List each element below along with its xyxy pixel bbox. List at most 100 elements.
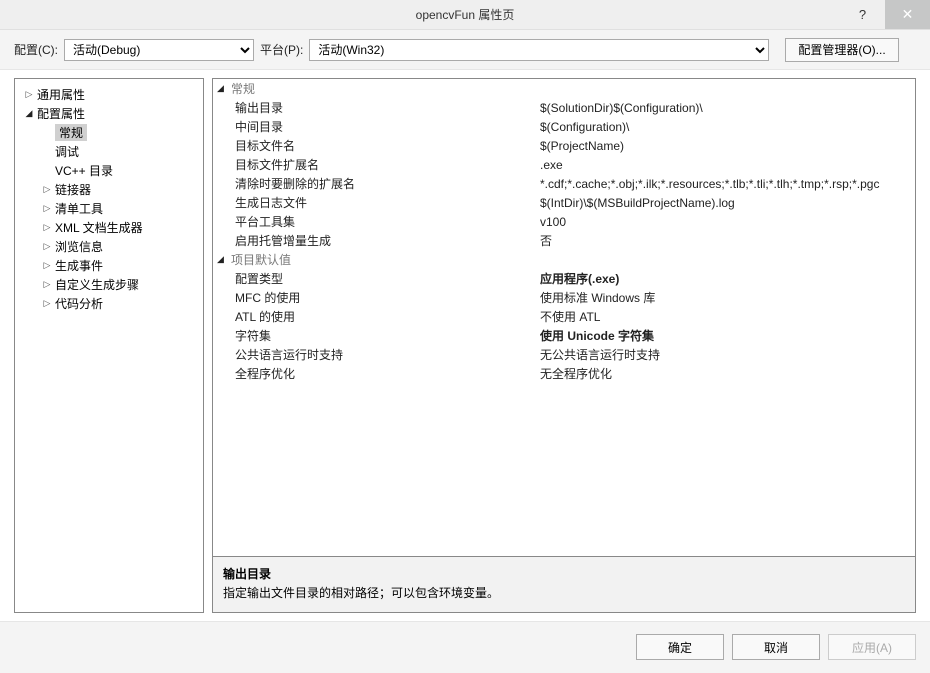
property-row[interactable]: 启用托管增量生成否	[213, 231, 915, 250]
property-name: 目标文件名	[235, 137, 540, 154]
property-name: 启用托管增量生成	[235, 232, 540, 249]
property-group-name: 项目默认值	[231, 251, 291, 268]
tree-item-label: 生成事件	[55, 257, 103, 274]
chevron-right-icon[interactable]: ▷	[41, 298, 53, 310]
description-text: 指定输出文件目录的相对路径；可以包含环境变量。	[223, 584, 905, 601]
property-value: .exe	[540, 158, 915, 172]
chevron-right-icon[interactable]: ▷	[41, 203, 53, 215]
cancel-button[interactable]: 取消	[732, 634, 820, 660]
tree-spacer	[41, 146, 53, 158]
tree-item-label: 常规	[55, 124, 87, 141]
property-value: 不使用 ATL	[540, 308, 915, 325]
property-value: v100	[540, 215, 915, 229]
property-value: $(ProjectName)	[540, 139, 915, 153]
chevron-right-icon[interactable]: ▷	[41, 260, 53, 272]
property-name: 公共语言运行时支持	[235, 346, 540, 363]
tree-item[interactable]: VC++ 目录	[19, 161, 199, 180]
property-name: 配置类型	[235, 270, 540, 287]
property-grid[interactable]: ◢常规输出目录$(SolutionDir)$(Configuration)\中间…	[212, 78, 916, 557]
property-row[interactable]: 公共语言运行时支持无公共语言运行时支持	[213, 345, 915, 364]
chevron-right-icon[interactable]: ▷	[23, 89, 35, 101]
titlebar-controls: ? ✕	[840, 0, 930, 29]
tree-spacer	[41, 127, 53, 139]
tree-item[interactable]: ▷链接器	[19, 180, 199, 199]
property-name: 字符集	[235, 327, 540, 344]
property-name: 中间目录	[235, 118, 540, 135]
property-value: $(IntDir)\$(MSBuildProjectName).log	[540, 196, 915, 210]
main-area: ▷通用属性◢配置属性常规调试VC++ 目录▷链接器▷清单工具▷XML 文档生成器…	[0, 70, 930, 621]
property-row[interactable]: 配置类型应用程序(.exe)	[213, 269, 915, 288]
property-value: 使用 Unicode 字符集	[540, 327, 915, 344]
tree-item-label: 自定义生成步骤	[55, 276, 139, 293]
property-row[interactable]: MFC 的使用使用标准 Windows 库	[213, 288, 915, 307]
chevron-right-icon[interactable]: ▷	[41, 184, 53, 196]
property-row[interactable]: 字符集使用 Unicode 字符集	[213, 326, 915, 345]
tree-item[interactable]: ▷代码分析	[19, 294, 199, 313]
description-title: 输出目录	[223, 565, 905, 582]
property-name: ATL 的使用	[235, 308, 540, 325]
help-button[interactable]: ?	[840, 0, 885, 29]
property-row[interactable]: 目标文件扩展名.exe	[213, 155, 915, 174]
property-row[interactable]: 清除时要删除的扩展名*.cdf;*.cache;*.obj;*.ilk;*.re…	[213, 174, 915, 193]
property-name: 平台工具集	[235, 213, 540, 230]
property-group-header[interactable]: ◢项目默认值	[213, 250, 915, 269]
help-icon: ?	[859, 7, 866, 22]
chevron-right-icon[interactable]: ▷	[41, 241, 53, 253]
ok-button[interactable]: 确定	[636, 634, 724, 660]
tree-item-label: 浏览信息	[55, 238, 103, 255]
tree-item-label: 清单工具	[55, 200, 103, 217]
property-name: MFC 的使用	[235, 289, 540, 306]
tree-item-label: 代码分析	[55, 295, 103, 312]
property-value: $(SolutionDir)$(Configuration)\	[540, 101, 915, 115]
tree-item[interactable]: 常规	[19, 123, 199, 142]
window-title: opencvFun 属性页	[416, 6, 515, 23]
bottom-bar: 确定 取消 应用(A)	[0, 621, 930, 673]
property-value: $(Configuration)\	[540, 120, 915, 134]
property-value: 否	[540, 232, 915, 249]
property-value: 无全程序优化	[540, 365, 915, 382]
property-row[interactable]: 全程序优化无全程序优化	[213, 364, 915, 383]
property-row[interactable]: 平台工具集v100	[213, 212, 915, 231]
collapse-icon: ◢	[217, 254, 231, 265]
tree-item[interactable]: ▷浏览信息	[19, 237, 199, 256]
tree-item[interactable]: ▷自定义生成步骤	[19, 275, 199, 294]
tree-item[interactable]: ▷清单工具	[19, 199, 199, 218]
property-row[interactable]: 中间目录$(Configuration)\	[213, 117, 915, 136]
tree-item[interactable]: ▷通用属性	[19, 85, 199, 104]
tree-item[interactable]: ▷生成事件	[19, 256, 199, 275]
property-row[interactable]: 输出目录$(SolutionDir)$(Configuration)\	[213, 98, 915, 117]
property-row[interactable]: 目标文件名$(ProjectName)	[213, 136, 915, 155]
property-row[interactable]: 生成日志文件$(IntDir)\$(MSBuildProjectName).lo…	[213, 193, 915, 212]
property-row[interactable]: ATL 的使用不使用 ATL	[213, 307, 915, 326]
tree-item-label: VC++ 目录	[55, 162, 113, 179]
chevron-down-icon[interactable]: ◢	[23, 108, 35, 120]
chevron-right-icon[interactable]: ▷	[41, 279, 53, 291]
tree-item-label: 链接器	[55, 181, 91, 198]
config-manager-button[interactable]: 配置管理器(O)...	[785, 38, 898, 62]
property-name: 全程序优化	[235, 365, 540, 382]
platform-select[interactable]: 活动(Win32)	[309, 39, 769, 61]
tree-item[interactable]: ◢配置属性	[19, 104, 199, 123]
description-panel: 输出目录 指定输出文件目录的相对路径；可以包含环境变量。	[212, 557, 916, 613]
config-select[interactable]: 活动(Debug)	[64, 39, 254, 61]
tree-item[interactable]: 调试	[19, 142, 199, 161]
tree-item-label: 调试	[55, 143, 79, 160]
property-group-header[interactable]: ◢常规	[213, 79, 915, 98]
property-name: 生成日志文件	[235, 194, 540, 211]
close-button[interactable]: ✕	[885, 0, 930, 29]
platform-label: 平台(P):	[260, 41, 303, 58]
tree-item[interactable]: ▷XML 文档生成器	[19, 218, 199, 237]
property-name: 清除时要删除的扩展名	[235, 175, 540, 192]
tree-item-label: XML 文档生成器	[55, 219, 143, 236]
titlebar: opencvFun 属性页 ? ✕	[0, 0, 930, 30]
tree-spacer	[41, 165, 53, 177]
content-panel: ◢常规输出目录$(SolutionDir)$(Configuration)\中间…	[212, 78, 916, 613]
chevron-right-icon[interactable]: ▷	[41, 222, 53, 234]
tree-item-label: 配置属性	[37, 105, 85, 122]
property-value: 应用程序(.exe)	[540, 270, 915, 287]
tree-panel[interactable]: ▷通用属性◢配置属性常规调试VC++ 目录▷链接器▷清单工具▷XML 文档生成器…	[14, 78, 204, 613]
toolbar: 配置(C): 活动(Debug) 平台(P): 活动(Win32) 配置管理器(…	[0, 30, 930, 70]
property-value: 使用标准 Windows 库	[540, 289, 915, 306]
apply-button[interactable]: 应用(A)	[828, 634, 916, 660]
property-value: *.cdf;*.cache;*.obj;*.ilk;*.resources;*.…	[540, 177, 915, 191]
